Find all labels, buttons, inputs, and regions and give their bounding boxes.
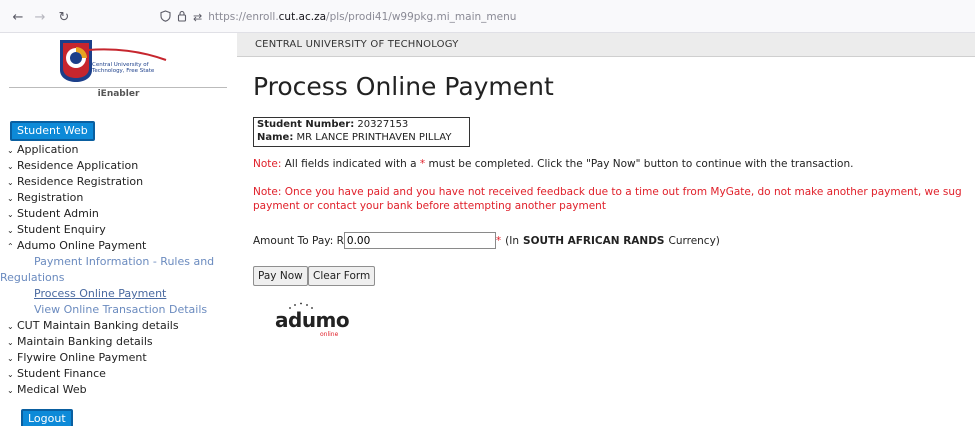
sidebar-item-residence-application[interactable]: ⌄ Residence Application [7,159,138,172]
chevron-down-icon: ⌄ [7,338,14,347]
sidebar-item-adumo-online-payment[interactable]: ⌃ Adumo Online Payment [7,239,146,252]
chevron-down-icon: ⌄ [7,210,14,219]
adumo-wordmark: adumo [275,308,350,332]
reload-icon[interactable]: ↻ [54,7,74,27]
required-star: * [419,158,426,170]
browser-toolbar: ← → ↻ ⇄ https://enroll.cut.ac.za/pls/pro… [0,0,975,33]
sidebar-item-student-finance[interactable]: ⌄ Student Finance [7,367,106,380]
sidebar-subitem-view-transactions[interactable]: View Online Transaction Details [34,303,207,316]
forward-arrow-icon[interactable]: → [30,7,50,27]
university-name: CENTRAL UNIVERSITY OF TECHNOLOGY [255,39,459,50]
currency-name: SOUTH AFRICAN RANDS [523,234,665,247]
logout-button[interactable]: Logout [21,409,73,426]
cut-logo: Central University of Technology, Free S… [58,38,168,84]
chevron-down-icon: ⌄ [7,146,14,155]
sidebar-item-medical-web[interactable]: ⌄ Medical Web [7,383,87,396]
student-number-label: Student Number: [257,119,355,130]
shield-icon [160,9,171,25]
amount-input[interactable] [343,232,496,249]
student-info-box: Student Number: 20327153 Name: MR LANCE … [253,117,470,147]
student-number-value: 20327153 [357,119,409,130]
student-name-label: Name: [257,131,294,143]
sidebar-item-residence-registration[interactable]: ⌄ Residence Registration [7,175,143,188]
sidebar-subitem-payment-rules[interactable]: Payment Information - Rules and [34,255,214,268]
back-arrow-icon[interactable]: ← [8,7,28,27]
university-header-bar: CENTRAL UNIVERSITY OF TECHNOLOGY [237,33,975,57]
address-bar[interactable]: ⇄ https://enroll.cut.ac.za/pls/prodi41/w… [160,6,516,28]
chevron-down-icon: ⌄ [7,354,14,363]
adumo-online-label: online [320,331,339,338]
sidebar-item-flywire-online-payment[interactable]: ⌄ Flywire Online Payment [7,351,147,364]
sidebar-item-cut-maintain-banking[interactable]: ⌄ CUT Maintain Banking details [7,319,179,332]
chevron-down-icon: ⌄ [7,226,14,235]
sidebar-subitem-process-online-payment[interactable]: Process Online Payment [34,287,166,300]
chevron-down-icon: ⌄ [7,386,14,395]
connection-icon: ⇄ [193,10,203,24]
chevron-up-icon: ⌃ [7,242,14,251]
adumo-logo: adumo online [275,300,350,340]
clear-form-button[interactable]: Clear Form [308,266,376,286]
chevron-down-icon: ⌄ [7,194,14,203]
student-web-button[interactable]: Student Web [10,121,95,141]
url-text[interactable]: https://enroll.cut.ac.za/pls/prodi41/w99… [208,11,516,23]
lock-icon [177,10,187,25]
required-star: * [495,234,502,247]
timeout-warning-note: Note: Once you have paid and you have no… [253,186,962,212]
pay-now-button[interactable]: Pay Now [253,266,308,286]
sidebar-item-student-admin[interactable]: ⌄ Student Admin [7,207,99,220]
brand-line-2: Technology, Free State [92,68,155,74]
ienabler-label: iEnabler [97,89,140,99]
sidebar-item-maintain-banking[interactable]: ⌄ Maintain Banking details [7,335,153,348]
page-title: Process Online Payment [253,72,554,101]
chevron-down-icon: ⌄ [7,162,14,171]
sidebar-subitem-payment-rules-cont[interactable]: Regulations [0,271,64,284]
chevron-down-icon: ⌄ [7,178,14,187]
chevron-down-icon: ⌄ [7,322,14,331]
amount-row: Amount To Pay: R * (In SOUTH AFRICAN RAN… [253,232,720,249]
amount-label: Amount To Pay: R [253,234,344,247]
sidebar-item-registration[interactable]: ⌄ Registration [7,191,83,204]
student-name-value: MR LANCE PRINTHAVEN PILLAY [296,131,452,143]
note-label: Note: [253,158,282,170]
sidebar-item-student-enquiry[interactable]: ⌄ Student Enquiry [7,223,106,236]
note-label: Note: [253,186,282,198]
chevron-down-icon: ⌄ [7,370,14,379]
required-fields-note: Note: All fields indicated with a * must… [253,158,854,170]
sidebar: Central University of Technology, Free S… [0,33,237,426]
divider [9,87,227,88]
sidebar-item-application[interactable]: ⌄ Application [7,143,78,156]
